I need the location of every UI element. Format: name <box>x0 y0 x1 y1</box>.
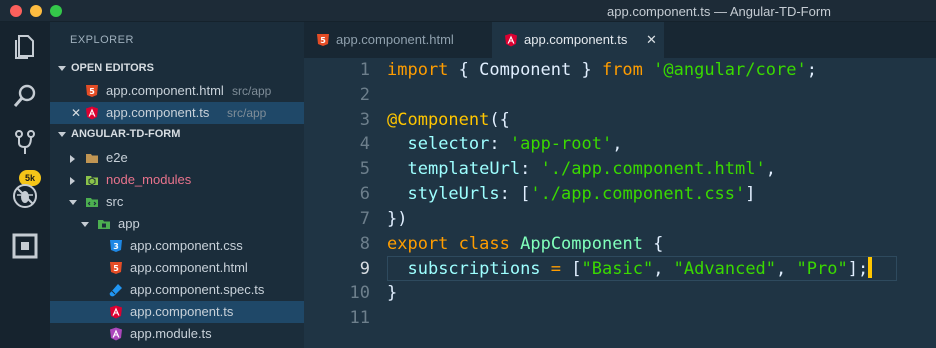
svg-text:5: 5 <box>89 87 95 96</box>
title-bar: app.component.ts — Angular-TD-Form <box>0 0 936 22</box>
tree-file-module[interactable]: app.module.ts <box>50 323 304 345</box>
css3-icon: 3 <box>110 240 122 252</box>
source-control-icon[interactable] <box>11 128 39 156</box>
line-number: 11 <box>349 308 370 328</box>
tab-app-component-html[interactable]: 5 app.component.html <box>304 22 492 58</box>
test-tube-icon <box>109 284 122 297</box>
open-editor-item-ts[interactable]: ✕ app.component.ts src/app <box>50 102 304 124</box>
src-folder-icon <box>86 198 98 207</box>
tree-file-css[interactable]: 3 app.component.css <box>50 235 304 257</box>
svg-text:5: 5 <box>320 36 326 45</box>
tree-folder-app[interactable]: app <box>50 213 304 235</box>
angular-icon <box>505 33 517 47</box>
tree-folder-node-modules[interactable]: node_modules <box>50 169 304 191</box>
chevron-down-icon <box>58 131 66 137</box>
search-icon[interactable] <box>11 82 39 110</box>
angular-icon <box>86 106 98 120</box>
line-number: 8 <box>359 234 370 254</box>
activity-bar: 5k <box>0 22 50 348</box>
tree-folder-src[interactable]: src <box>50 191 304 213</box>
tree-file-spec[interactable]: app.component.spec.ts <box>50 279 304 301</box>
node-folder-icon <box>86 176 98 186</box>
chevron-down-icon <box>69 200 77 205</box>
minimize-window-button[interactable] <box>30 5 42 17</box>
close-window-button[interactable] <box>10 5 22 17</box>
close-icon[interactable]: ✕ <box>71 102 81 124</box>
line-number: 6 <box>359 184 370 204</box>
zoom-window-button[interactable] <box>50 5 62 17</box>
app-folder-icon <box>98 220 110 229</box>
line-number: 3 <box>359 110 370 130</box>
code-line-5: templateUrl: './app.component.html', <box>407 159 776 179</box>
code-line-1: import { Component } from '@angular/core… <box>387 60 817 80</box>
tab-app-component-ts[interactable]: app.component.ts ✕ <box>492 22 664 58</box>
code-line-9: subscriptions = ["Basic", "Advanced", "P… <box>387 257 873 282</box>
html5-icon: 5 <box>110 262 122 274</box>
open-editors-header[interactable]: OPEN EDITORS <box>50 58 304 79</box>
code-line-8: export class AppComponent { <box>387 234 664 254</box>
line-number: 4 <box>359 134 370 154</box>
code-line-3: @Component({ <box>387 110 510 130</box>
explorer-sidebar: EXPLORER OPEN EDITORS 5 app.component.ht… <box>50 22 304 348</box>
line-number: 10 <box>349 283 370 303</box>
line-number-gutter: 1 2 3 4 5 6 7 8 9 10 11 <box>304 58 370 348</box>
angular-module-icon <box>110 327 122 341</box>
chevron-down-icon <box>81 222 89 227</box>
editor-tab-bar: 5 app.component.html app.component.ts ✕ <box>304 22 936 58</box>
project-header[interactable]: ANGULAR-TD-FORM <box>50 124 304 145</box>
code-line-10: } <box>387 283 398 303</box>
tree-file-ts[interactable]: app.component.ts <box>50 301 304 323</box>
line-number: 7 <box>359 209 370 229</box>
line-number-active: 9 <box>359 259 370 279</box>
code-line-6: styleUrls: ['./app.component.css'] <box>407 184 756 204</box>
tree-folder-e2e[interactable]: e2e <box>50 147 304 169</box>
chevron-right-icon <box>70 155 75 163</box>
line-number: 1 <box>359 60 370 80</box>
line-number: 2 <box>359 85 370 105</box>
files-icon[interactable] <box>11 32 39 60</box>
svg-text:5: 5 <box>113 264 119 273</box>
html5-icon: 5 <box>317 34 329 46</box>
html5-icon: 5 <box>86 85 98 97</box>
code-area[interactable]: import { Component } from '@angular/core… <box>387 58 927 348</box>
debug-icon[interactable] <box>11 182 39 210</box>
line-number: 5 <box>359 159 370 179</box>
folder-icon <box>86 154 98 163</box>
code-line-7: }) <box>387 209 408 229</box>
text-cursor <box>868 257 873 278</box>
explorer-title: EXPLORER <box>70 34 134 46</box>
open-editor-item-html[interactable]: 5 app.component.html src/app <box>50 80 304 102</box>
chevron-down-icon <box>58 65 66 71</box>
code-line-4: selector: 'app-root', <box>407 134 623 154</box>
window-title: app.component.ts — Angular-TD-Form <box>607 4 831 19</box>
extensions-icon[interactable] <box>11 232 39 260</box>
svg-text:3: 3 <box>113 242 119 251</box>
tree-file-html[interactable]: 5 app.component.html <box>50 257 304 279</box>
chevron-right-icon <box>70 177 75 185</box>
close-icon[interactable]: ✕ <box>646 22 657 58</box>
code-editor[interactable]: 1 2 3 4 5 6 7 8 9 10 11 import { Compone… <box>304 58 936 348</box>
angular-icon <box>110 305 122 319</box>
